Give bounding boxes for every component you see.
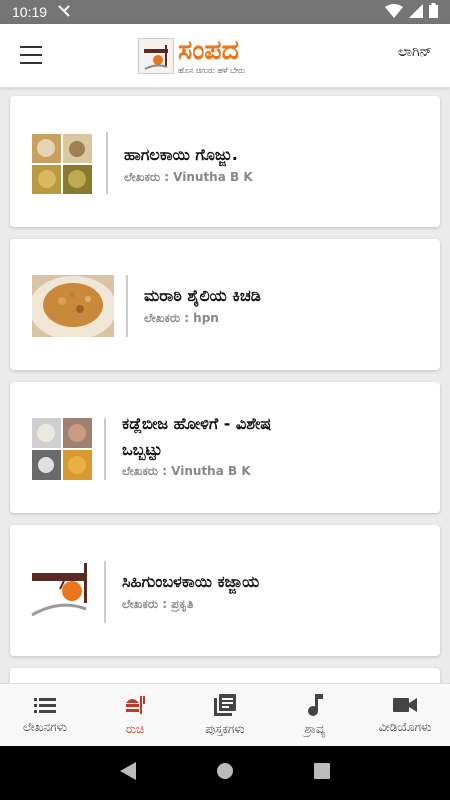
logo-tagline: ಹೊಸ ಚಿಗುರು ಹಳೆ ಬೇರು	[178, 66, 245, 75]
back-icon[interactable]	[120, 762, 136, 784]
article-thumbnail	[32, 134, 92, 194]
notification-icon	[57, 4, 71, 21]
video-camera-icon	[393, 696, 417, 720]
battery-icon	[429, 3, 438, 21]
food-icon	[124, 694, 146, 722]
article-title[interactable]: ಹಾಗಲಕಾಯಿ ಗೊಜ್ಜು.	[124, 142, 238, 168]
status-time: 10:19	[12, 4, 48, 20]
item-divider	[104, 418, 106, 480]
nav-item-videos[interactable]: ವೀಡಿಯೊಗಳು	[360, 684, 450, 746]
item-divider	[104, 561, 106, 623]
article-thumbnail	[32, 275, 114, 337]
nav-item-ruchi[interactable]: ರುಚಿ	[90, 684, 180, 746]
article-author: ಲೇಖಕರು : hpn	[144, 311, 219, 325]
list-icon	[34, 696, 56, 720]
list-item[interactable]: ಕಡ್ಲೆಬೀಜ ಹೋಳಿಗೆ - ವಿಶೇಷ ಒಬ್ಬಟ್ಟು ಲೇಖಕರು …	[10, 382, 440, 513]
article-thumbnail	[30, 559, 92, 621]
article-title-line: ಒಬ್ಬಟ್ಟು	[122, 440, 163, 459]
logo[interactable]: ಸಂಪದ ಹೊಸ ಚಿಗುರು ಹಳೆ ಬೇರು	[138, 36, 245, 76]
article-title[interactable]: ಕಡ್ಲೆಬೀಜ ಹೋಳಿಗೆ - ವಿಶೇಷ ಒಬ್ಬಟ್ಟು	[122, 411, 271, 463]
logo-title: ಸಂಪದ	[178, 35, 240, 66]
list-item[interactable]: ಮರಾಠಿ ಶೈಲಿಯ ಕಿಚಡಿ ಲೇಖಕರು : hpn	[10, 239, 440, 370]
nav-item-books[interactable]: ಪುಸ್ತಕಗಳು	[180, 684, 270, 746]
article-thumbnail	[32, 418, 92, 480]
status-bar: 10:19	[0, 0, 450, 24]
nav-item-label: ವೀಡಿಯೊಗಳು	[378, 719, 432, 734]
logo-emblem	[138, 38, 174, 74]
nav-item-label: ಶ್ರಾವ್ಯ	[304, 721, 326, 736]
menu-icon[interactable]	[20, 46, 42, 64]
list-item[interactable]: ಹಾಗಲಕಾಯಿ ಗೊಜ್ಜು. ಲೇಖಕರು : Vinutha B K	[10, 96, 440, 227]
wifi-icon	[385, 3, 403, 21]
article-title-line: ಕಡ್ಲೆಬೀಜ ಹೋಳಿಗೆ - ವಿಶೇಷ	[122, 414, 272, 433]
list-item[interactable]: ಸಿಹಿಗುಂಬಳಕಾಯಿ ಕಜ್ಜಾಯ ಲೇಖಕರು : ಪ್ರಕೃತಿ	[10, 525, 440, 656]
system-navigation-bar	[0, 746, 450, 800]
item-divider	[126, 275, 128, 337]
recents-icon[interactable]	[314, 763, 330, 783]
books-icon	[214, 693, 236, 722]
article-list: ಹಾಗಲಕಾಯಿ ಗೊಜ್ಜು. ಲೇಖಕರು : Vinutha B K ಮರ…	[10, 96, 440, 720]
item-divider	[106, 132, 108, 194]
music-note-icon	[306, 693, 324, 722]
login-link[interactable]: ಲಾಗಿನ್	[398, 44, 432, 60]
nav-item-label: ಲೇಖನಗಳು	[23, 719, 67, 734]
signal-icon	[409, 3, 423, 21]
nav-item-audio[interactable]: ಶ್ರಾವ್ಯ	[270, 684, 360, 746]
nav-item-articles[interactable]: ಲೇಖನಗಳು	[0, 684, 90, 746]
article-author: ಲೇಖಕರು : Vinutha B K	[124, 170, 253, 184]
home-icon[interactable]	[216, 762, 234, 784]
article-author: ಲೇಖಕರು : ಪ್ರಕೃತಿ	[122, 597, 194, 611]
nav-item-label: ರುಚಿ	[125, 721, 145, 736]
article-author: ಲೇಖಕರು : Vinutha B K	[122, 464, 251, 478]
article-title[interactable]: ಸಿಹಿಗುಂಬಳಕಾಯಿ ಕಜ್ಜಾಯ	[122, 569, 259, 595]
app-bar: ಸಂಪದ ಹೊಸ ಚಿಗುರು ಹಳೆ ಬೇರು ಲಾಗಿನ್	[0, 24, 450, 88]
nav-item-label: ಪುಸ್ತಕಗಳು	[205, 721, 245, 736]
bottom-navigation: ಲೇಖನಗಳು ರುಚಿ ಪುಸ್ತಕಗಳು ಶ್ರಾವ್ಯ ವೀಡಿಯೊಗಳು	[0, 683, 450, 746]
article-title[interactable]: ಮರಾಠಿ ಶೈಲಿಯ ಕಿಚಡಿ	[144, 283, 261, 309]
